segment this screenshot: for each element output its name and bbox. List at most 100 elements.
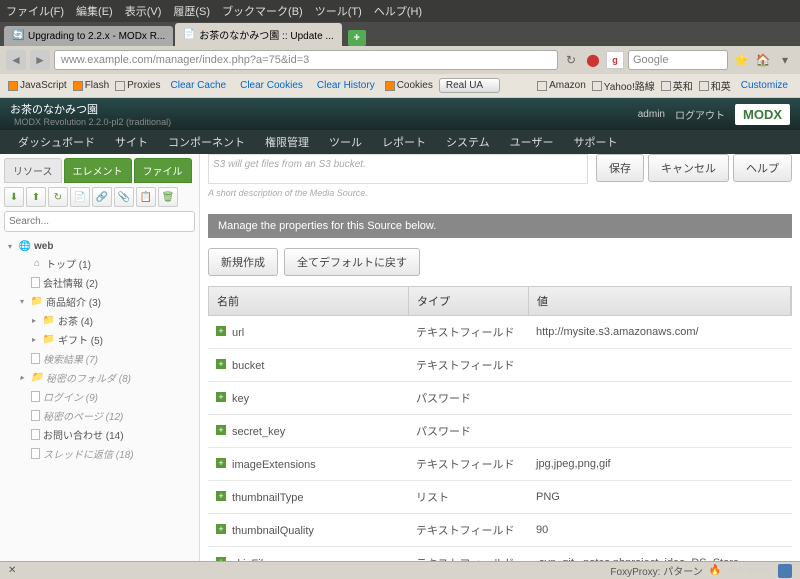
tab-resources[interactable]: リソース	[4, 158, 62, 183]
foxy-fire-icon[interactable]: 🔥	[709, 565, 721, 576]
clear-cookies-link[interactable]: Clear Cookies	[240, 80, 303, 91]
tree-label: 会社情報 (2)	[43, 275, 98, 290]
description-box[interactable]: S3 will get files from an S3 bucket.	[208, 154, 588, 184]
nav-dashboard[interactable]: ダッシュボード	[8, 134, 105, 150]
forward-button[interactable]: ►	[30, 50, 50, 70]
tree-item[interactable]: 秘密のページ (12)	[4, 406, 195, 425]
property-row[interactable]: secret_keyパスワード	[208, 415, 792, 448]
google-icon[interactable]: g	[606, 51, 624, 69]
amazon-toggle[interactable]: Amazon	[537, 80, 586, 91]
nav-users[interactable]: ユーザー	[500, 134, 564, 150]
browser-search[interactable]: Google	[628, 50, 728, 70]
menu-help[interactable]: ヘルプ(H)	[374, 3, 422, 19]
property-row[interactable]: thumbnailQualityテキストフィールド90	[208, 514, 792, 547]
tree-item[interactable]: ▾📁商品紹介 (3)	[4, 292, 195, 311]
tree-item[interactable]: お問い合わせ (14)	[4, 425, 195, 444]
cookies-toggle[interactable]: Cookies	[385, 80, 433, 91]
help-button[interactable]: ヘルプ	[733, 154, 792, 182]
home-icon[interactable]: 🏠	[754, 51, 772, 69]
nav-reports[interactable]: レポート	[372, 134, 436, 150]
reload-icon[interactable]: ↻	[562, 51, 580, 69]
eiwa-toggle[interactable]: 英和	[661, 78, 693, 93]
tree-item[interactable]: 会社情報 (2)	[4, 273, 195, 292]
new-doc-icon[interactable]: 📄	[70, 187, 90, 207]
browser-tab-0[interactable]: 🔄 Upgrading to 2.2.x - MODx R...	[4, 26, 173, 46]
proxies-toggle[interactable]: Proxies	[115, 80, 160, 91]
trash-icon[interactable]: 🗑	[158, 187, 178, 207]
col-type[interactable]: タイプ	[409, 287, 529, 315]
new-link-icon[interactable]: 🔗	[92, 187, 112, 207]
tree-item[interactable]: スレッドに返信 (18)	[4, 444, 195, 463]
logout-link[interactable]: ログアウト	[675, 107, 725, 122]
customize-link[interactable]: Customize	[741, 80, 788, 91]
reset-defaults-button[interactable]: 全てデフォルトに戻す	[284, 248, 420, 276]
menu-tools[interactable]: ツール(T)	[315, 3, 362, 19]
nav-system[interactable]: システム	[436, 134, 500, 150]
tree-item[interactable]: ログイン (9)	[4, 387, 195, 406]
property-row[interactable]: keyパスワード	[208, 382, 792, 415]
prop-type: テキストフィールド	[408, 316, 528, 348]
back-button[interactable]: ◄	[6, 50, 26, 70]
plus-icon	[216, 392, 226, 402]
menu-edit[interactable]: 編集(E)	[76, 3, 113, 19]
col-name[interactable]: 名前	[209, 287, 409, 315]
nav-components[interactable]: コンポーネント	[158, 134, 255, 150]
admin-link[interactable]: admin	[638, 109, 665, 120]
tree-item[interactable]: 検索結果 (7)	[4, 349, 195, 368]
expand-icon[interactable]: ⬇	[4, 187, 24, 207]
nav-site[interactable]: サイト	[105, 134, 158, 150]
save-button[interactable]: 保存	[596, 154, 644, 182]
browser-tab-1[interactable]: 📄 お茶のなかみつ園 :: Update ...	[175, 23, 341, 46]
flash-toggle[interactable]: Flash	[73, 80, 109, 91]
menu-bookmarks[interactable]: ブックマーク(B)	[222, 3, 303, 19]
prop-value: jpg,jpeg,png,gif	[528, 450, 792, 478]
tree-item[interactable]: ▸📁ギフト (5)	[4, 330, 195, 349]
refresh-icon[interactable]: ↻	[48, 187, 68, 207]
nav-security[interactable]: 権限管理	[255, 134, 319, 150]
clear-cache-link[interactable]: Clear Cache	[171, 80, 227, 91]
tab-files[interactable]: ファイル	[134, 158, 192, 183]
new-symlink-icon[interactable]: 📎	[114, 187, 134, 207]
new-static-icon[interactable]: 📋	[136, 187, 156, 207]
menu-history[interactable]: 履歴(S)	[173, 3, 210, 19]
url-input[interactable]	[54, 50, 558, 70]
property-row[interactable]: skipFilesテキストフィールド.svn,.git,_notes,nbpro…	[208, 547, 792, 561]
tree-item[interactable]: ⌂トップ (1)	[4, 254, 195, 273]
nav-tools[interactable]: ツール	[319, 134, 372, 150]
stop-icon[interactable]: ⬤	[584, 51, 602, 69]
feed-icon[interactable]: ▾	[776, 51, 794, 69]
cancel-button[interactable]: キャンセル	[648, 154, 729, 182]
tree-label: ログイン (9)	[43, 389, 98, 404]
property-row[interactable]: thumbnailTypeリストPNG	[208, 481, 792, 514]
tab-elements[interactable]: エレメント	[64, 158, 132, 183]
property-row[interactable]: bucketテキストフィールド	[208, 349, 792, 382]
property-row[interactable]: urlテキストフィールドhttp://mysite.s3.amazonaws.c…	[208, 316, 792, 349]
js-toggle[interactable]: JavaScript	[8, 80, 67, 91]
collapse-icon[interactable]: ⬆	[26, 187, 46, 207]
menu-file[interactable]: ファイル(F)	[6, 3, 64, 19]
modx-header: お茶のなかみつ園 MODX Revolution 2.2.0-pl2 (trad…	[0, 98, 800, 130]
bookmark-icon[interactable]: ⭐	[732, 51, 750, 69]
nav-support[interactable]: サポート	[563, 134, 627, 150]
new-tab-button[interactable]: +	[348, 30, 366, 46]
sidebar-search[interactable]	[4, 211, 195, 232]
foxyproxy-label[interactable]: FoxyProxy: パターン	[610, 563, 702, 578]
col-value[interactable]: 値	[529, 287, 791, 315]
fox-icon[interactable]	[778, 564, 792, 578]
waei-toggle[interactable]: 和英	[699, 78, 731, 93]
prop-type: パスワード	[408, 382, 528, 414]
property-row[interactable]: imageExtensionsテキストフィールドjpg,jpeg,png,gif	[208, 448, 792, 481]
tree-root[interactable]: ▾🌐web	[4, 238, 195, 254]
tab-title: Upgrading to 2.2.x - MODx R...	[28, 31, 165, 42]
rating-stars[interactable]: ☆☆☆☆☆	[727, 565, 772, 576]
ua-select[interactable]: Real UA	[439, 78, 500, 93]
status-close-icon[interactable]: ✕	[8, 565, 16, 576]
menu-view[interactable]: 表示(V)	[125, 3, 162, 19]
tree-item[interactable]: ▸📁秘密のフォルダ (8)	[4, 368, 195, 387]
plus-icon	[216, 557, 226, 562]
tree-item[interactable]: ▸📁お茶 (4)	[4, 311, 195, 330]
yahoo-toggle[interactable]: Yahoo!路線	[592, 78, 655, 93]
page-icon	[31, 429, 40, 440]
clear-history-link[interactable]: Clear History	[317, 80, 375, 91]
create-button[interactable]: 新規作成	[208, 248, 278, 276]
